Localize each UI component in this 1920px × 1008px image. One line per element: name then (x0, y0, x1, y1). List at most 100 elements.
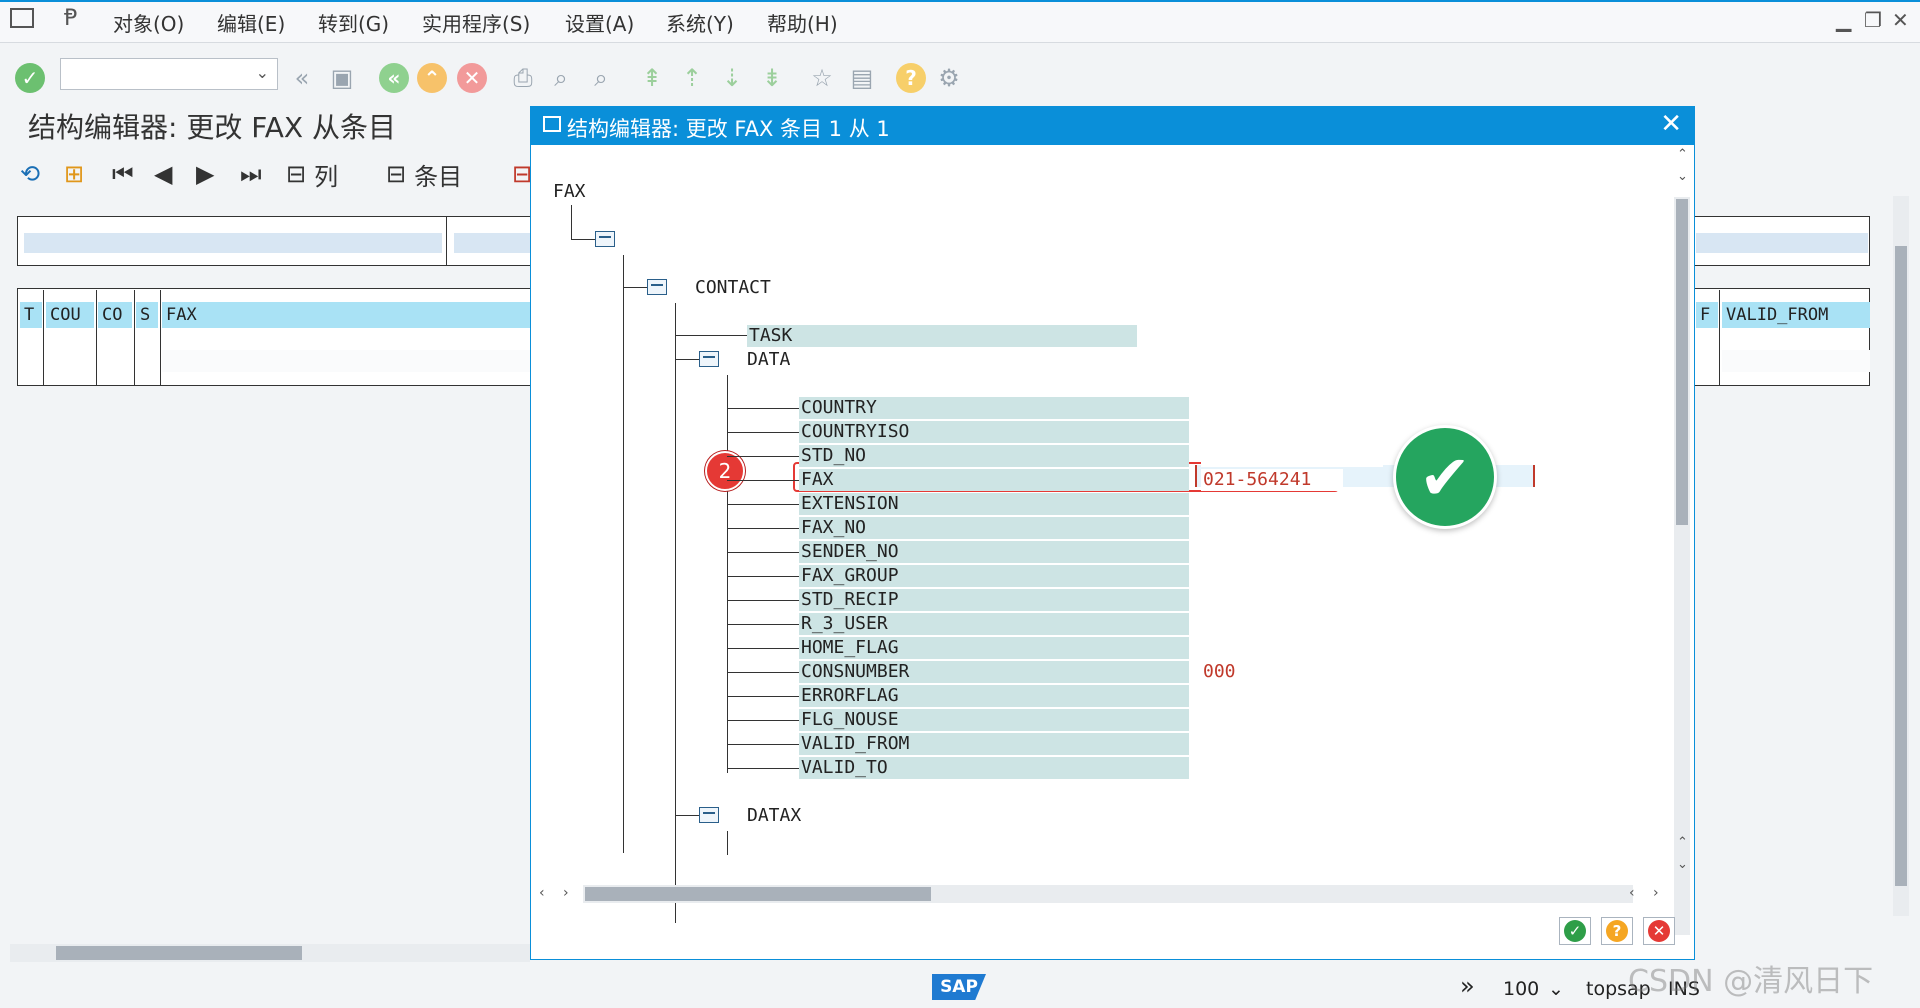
field-label-std-recip[interactable]: STD_RECIP (799, 589, 1189, 611)
folder-icon[interactable] (595, 231, 615, 247)
refresh-icon[interactable]: ⟲ (20, 158, 40, 190)
new-session-icon[interactable]: ☆ (806, 62, 838, 94)
field-label-extension[interactable]: EXTENSION (799, 493, 1189, 515)
chevron-down-icon[interactable]: ⌄ (256, 63, 269, 82)
field-label-std-no[interactable]: STD_NO (799, 445, 1189, 467)
column-header[interactable]: T (20, 302, 42, 328)
first-entry-icon[interactable]: ⏮ (112, 158, 134, 190)
filter-field[interactable] (24, 233, 442, 253)
field-label-countryiso[interactable]: COUNTRYISO (799, 421, 1189, 443)
column-header[interactable]: VALID_FROM (1722, 302, 1870, 328)
ok-button[interactable]: ✓ (1559, 917, 1591, 945)
restore-icon[interactable]: ❐ (1864, 8, 1882, 32)
field-value-fax-no[interactable] (1201, 517, 1383, 539)
minimize-icon[interactable]: ▁ (1836, 8, 1851, 32)
folder-icon[interactable] (699, 807, 719, 823)
dialog-vscroll-thumb[interactable] (1676, 199, 1688, 525)
field-label-country[interactable]: COUNTRY (799, 397, 1189, 419)
double-left-icon[interactable]: « (286, 62, 318, 94)
menu-system[interactable]: 系统(Y) (666, 8, 734, 37)
column-button[interactable]: ⊟ 列 (286, 158, 338, 191)
field-label-home-flag[interactable]: HOME_FLAG (799, 637, 1189, 659)
page-hscroll-thumb[interactable] (56, 946, 302, 960)
field-label-flg-nouse[interactable]: FLG_NOUSE (799, 709, 1189, 731)
field-value-std-no[interactable] (1201, 445, 1383, 467)
first-page-icon[interactable]: ⇞ (636, 62, 668, 94)
field-value-fax-group[interactable] (1201, 565, 1383, 587)
gear-icon[interactable]: ⚙ (933, 62, 965, 94)
table-row[interactable] (1722, 350, 1870, 372)
shortcut-icon[interactable]: ▤ (846, 62, 878, 94)
field-value-valid-from[interactable] (1201, 733, 1383, 755)
prev-entry-icon[interactable]: ◀ (154, 158, 172, 190)
exit-icon[interactable]: ⌃ (416, 62, 448, 94)
command-field[interactable]: ⌄ (60, 58, 278, 90)
cancel-button[interactable]: ✕ (1643, 917, 1675, 945)
menu-settings[interactable]: 设置(A) (565, 8, 634, 37)
field-label-errorflag[interactable]: ERRORFLAG (799, 685, 1189, 707)
back-icon[interactable]: « (378, 62, 410, 94)
column-header[interactable]: S (136, 302, 158, 328)
prev-page-icon[interactable]: ⇡ (676, 62, 708, 94)
chevron-down-icon[interactable]: ⌄ (1548, 978, 1564, 1000)
column-header[interactable]: FAX (162, 302, 530, 328)
scroll-up-icon[interactable]: ⌃ (1677, 835, 1688, 850)
field-label-sender-no[interactable]: SENDER_NO (799, 541, 1189, 563)
filter-field[interactable] (454, 233, 530, 253)
field-value-fax[interactable]: 021-564241 (1201, 469, 1343, 491)
cancel-icon[interactable]: ✕ (456, 62, 488, 94)
field-value-std-recip[interactable] (1201, 589, 1383, 611)
window-menu-icon[interactable] (10, 8, 34, 28)
field-label-consnumber[interactable]: CONSNUMBER (799, 661, 1189, 683)
help-icon[interactable]: ? (895, 62, 927, 94)
close-icon[interactable]: ✕ (1660, 109, 1682, 139)
column-header[interactable]: COU (46, 302, 94, 328)
hierarchy-icon[interactable]: ⊞ (64, 158, 84, 190)
menu-edit[interactable]: 编辑(E) (217, 8, 285, 37)
entry-button[interactable]: ⊟ 条目 (386, 158, 462, 191)
menu-object[interactable]: 对象(O) (113, 8, 184, 37)
tree-node-contact[interactable]: CONTACT (695, 277, 771, 298)
folder-icon[interactable] (699, 351, 719, 367)
folder-icon[interactable] (647, 279, 667, 295)
menu-help[interactable]: 帮助(H) (767, 8, 838, 37)
scroll-right-icon[interactable]: › (1653, 885, 1659, 901)
tree-node-task[interactable]: TASK (747, 325, 1137, 347)
field-label-fax[interactable]: FAX (799, 469, 1189, 491)
scroll-up-icon[interactable]: ⌃ (1677, 147, 1688, 162)
filter-field[interactable] (1696, 233, 1868, 253)
next-page-icon[interactable]: ⇣ (716, 62, 748, 94)
field-label-valid-to[interactable]: VALID_TO (799, 757, 1189, 779)
menu-goto[interactable]: 转到(G) (318, 8, 389, 37)
field-label-valid-from[interactable]: VALID_FROM (799, 733, 1189, 755)
field-value-sender-no[interactable] (1201, 541, 1383, 563)
tree-node-data[interactable]: DATA (747, 349, 790, 370)
scroll-down-icon[interactable]: ⌄ (1677, 169, 1688, 184)
field-value-country[interactable] (1201, 397, 1383, 419)
scroll-down-icon[interactable]: ⌄ (1677, 857, 1688, 872)
field-value-r-3-user[interactable] (1201, 613, 1383, 635)
tree-node-datax[interactable]: DATAX (747, 805, 801, 826)
field-label-fax-no[interactable]: FAX_NO (799, 517, 1189, 539)
next-entry-icon[interactable]: ▶ (196, 158, 214, 190)
column-header[interactable]: CO (98, 302, 132, 328)
find-icon[interactable]: ⌕ (545, 62, 577, 94)
page-scroll-thumb[interactable] (1895, 246, 1907, 886)
value-cell[interactable] (1151, 325, 1161, 347)
field-value-home-flag[interactable] (1201, 637, 1383, 659)
field-value-consnumber[interactable]: 000 (1201, 661, 1383, 683)
find-next-icon[interactable]: ⌕ (585, 62, 617, 94)
dialog-hscroll-thumb[interactable] (585, 887, 931, 901)
save-icon[interactable]: ▣ (326, 62, 358, 94)
field-value-extension[interactable] (1201, 493, 1383, 515)
last-entry-icon[interactable]: ⏭ (240, 158, 262, 190)
last-page-icon[interactable]: ⇟ (756, 62, 788, 94)
field-value-valid-to[interactable] (1201, 757, 1383, 779)
help-button[interactable]: ? (1601, 917, 1633, 945)
field-value-countryiso[interactable] (1201, 421, 1383, 443)
close-window-icon[interactable]: ✕ (1892, 8, 1909, 32)
scroll-left-icon[interactable]: ‹ (539, 885, 545, 901)
menu-utilities[interactable]: 实用程序(S) (422, 8, 530, 37)
field-label-r-3-user[interactable]: R_3_USER (799, 613, 1189, 635)
field-value-flg-nouse[interactable] (1201, 709, 1383, 731)
